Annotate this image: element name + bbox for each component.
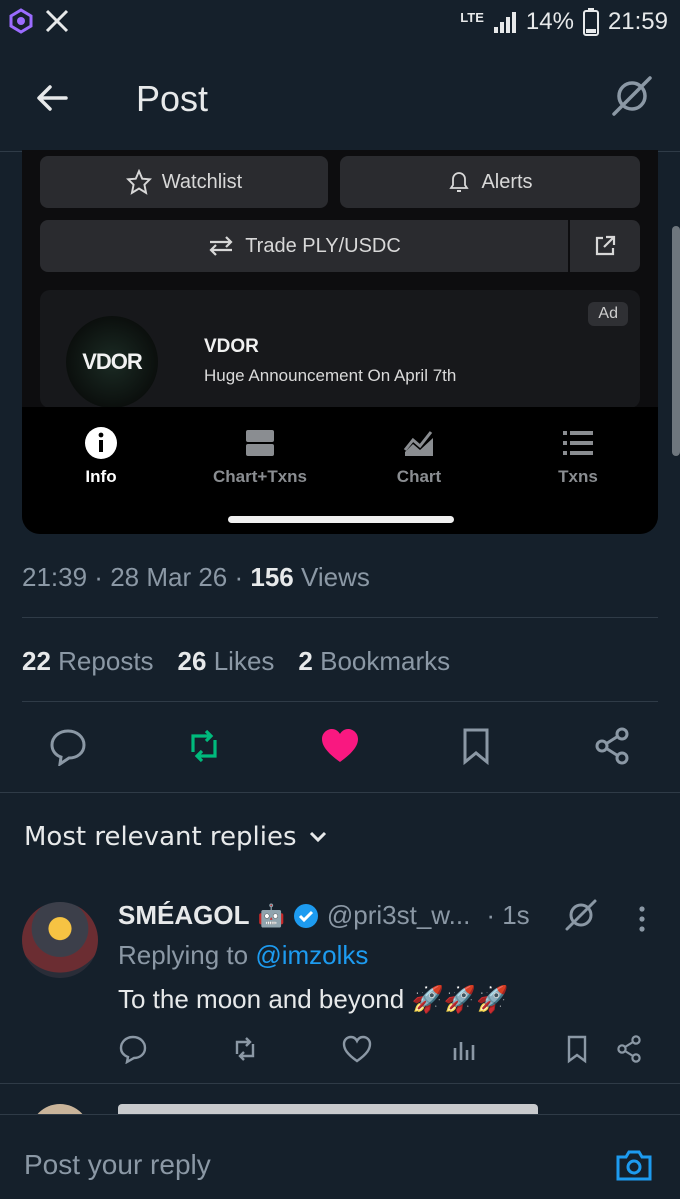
views-label: Views (301, 562, 370, 592)
reply-icon[interactable] (118, 1034, 148, 1064)
network-label: LTE (460, 9, 484, 25)
reply-author[interactable]: SMÉAGOL 🤖 @pri3st_w... · 1s (118, 900, 530, 931)
post-timestamp: 21:39 · 28 Mar 26 · 156 Views (22, 562, 370, 592)
reposts-label: Reposts (58, 646, 154, 676)
post-media-image[interactable]: Watchlist Alerts Trade PLY/USDC Ad VDOR … (22, 150, 658, 534)
embed-tab-bar: Info Chart+Txns Chart Txns (22, 407, 658, 534)
bookmarks-stat[interactable]: 2 Bookmarks (298, 646, 450, 677)
tab-info: Info (26, 425, 176, 487)
repost-icon[interactable] (184, 726, 224, 766)
watchlist-button: Watchlist (40, 156, 328, 208)
reposts-stat[interactable]: 22 Reposts (22, 646, 154, 677)
reply-text: To the moon and beyond 🚀🚀🚀 (118, 984, 509, 1014)
reply-handle: @pri3st_w... (326, 900, 471, 930)
reply-icon[interactable] (48, 726, 88, 766)
replies-sort-label: Most relevant replies (24, 822, 297, 852)
external-link-icon (595, 235, 616, 256)
avatar[interactable] (22, 902, 98, 978)
trade-label: Trade PLY/USDC (245, 234, 401, 257)
chevron-down-icon (309, 831, 326, 843)
share-icon[interactable] (614, 1034, 644, 1064)
camera-icon[interactable] (614, 1145, 654, 1185)
alerts-button: Alerts (340, 156, 640, 208)
top-app-bar: Post (0, 48, 680, 152)
ad-text: Huge Announcement On April 7th (204, 366, 457, 385)
page-title: Post (136, 78, 209, 119)
watchlist-label: Watchlist (161, 170, 243, 193)
likes-label: Likes (213, 646, 275, 676)
reply-action-bar (118, 1034, 658, 1068)
trade-button: Trade PLY/USDC (40, 220, 568, 272)
post-date: 28 Mar 26 (110, 562, 228, 592)
ad-card: Ad VDOR VDOR Huge Announcement On April … (40, 290, 640, 408)
replies-sort-dropdown[interactable]: Most relevant replies (24, 822, 329, 852)
bookmarks-label: Bookmarks (320, 646, 451, 676)
info-icon (85, 427, 117, 459)
replying-to-link[interactable]: @imzolks (255, 940, 368, 970)
ad-name: VDOR (204, 336, 259, 357)
swap-arrows-icon (209, 236, 233, 256)
grok-icon[interactable] (610, 74, 654, 118)
views-icon[interactable] (450, 1034, 480, 1064)
battery-percent: 14% (525, 8, 574, 35)
bell-icon (449, 172, 470, 192)
battery-icon (582, 8, 599, 36)
ad-badge: Ad (588, 302, 628, 326)
reply-input[interactable]: Post your reply (24, 1149, 211, 1181)
like-heart-icon[interactable] (320, 726, 360, 766)
next-reply-partial (0, 1084, 680, 1116)
engagement-stats: 22 Reposts 26 Likes 2 Bookmarks (22, 646, 450, 677)
app-notification-icon (9, 8, 33, 34)
bookmark-icon[interactable] (456, 726, 496, 766)
status-bar: LTE 14% 21:59 (0, 0, 680, 48)
likes-count: 26 (177, 646, 207, 676)
ad-logo: VDOR (66, 316, 158, 408)
home-indicator (228, 516, 454, 523)
reply-display-name: SMÉAGOL (118, 900, 250, 930)
clock: 21:59 (607, 8, 668, 35)
bookmarks-count: 2 (298, 646, 313, 676)
post-time: 21:39 (22, 562, 88, 592)
chart-icon (403, 431, 433, 456)
bookmark-icon[interactable] (562, 1034, 592, 1064)
split-icon (246, 430, 274, 456)
views-count: 156 (250, 562, 294, 592)
divider (22, 701, 658, 702)
tab-chart-txns: Chart+Txns (185, 425, 335, 487)
likes-stat[interactable]: 26 Likes (178, 646, 275, 677)
post-action-bar (0, 722, 680, 772)
tab-chart: Chart (344, 425, 494, 487)
external-link-button (570, 220, 640, 272)
scrollbar[interactable] (672, 226, 680, 456)
replying-prefix: Replying to (118, 940, 249, 970)
repost-icon[interactable] (230, 1034, 260, 1064)
back-arrow-icon[interactable] (32, 78, 72, 118)
tab-txns-label: Txns (558, 467, 598, 486)
replying-to: Replying to @imzolks (118, 940, 368, 971)
reposts-count: 22 (22, 646, 51, 676)
x-logo-icon (45, 9, 69, 33)
share-icon[interactable] (592, 726, 632, 766)
divider (22, 617, 658, 618)
tab-chart-label: Chart (396, 467, 442, 486)
divider (0, 792, 680, 793)
verified-badge-icon (293, 903, 318, 928)
alerts-label: Alerts (481, 170, 533, 193)
star-icon (125, 169, 152, 195)
tab-info-label: Info (85, 467, 117, 486)
grok-icon[interactable] (564, 898, 598, 932)
tab-txns: Txns (503, 425, 653, 487)
reply-time: · 1s (486, 900, 530, 930)
robot-badge: 🤖 (257, 902, 285, 928)
more-options-icon[interactable] (632, 904, 652, 934)
tab-chart-txns-label: Chart+Txns (213, 467, 307, 486)
like-icon[interactable] (342, 1034, 372, 1064)
list-icon (563, 431, 593, 455)
reply-composer[interactable]: Post your reply (0, 1114, 680, 1199)
signal-icon (493, 12, 516, 33)
